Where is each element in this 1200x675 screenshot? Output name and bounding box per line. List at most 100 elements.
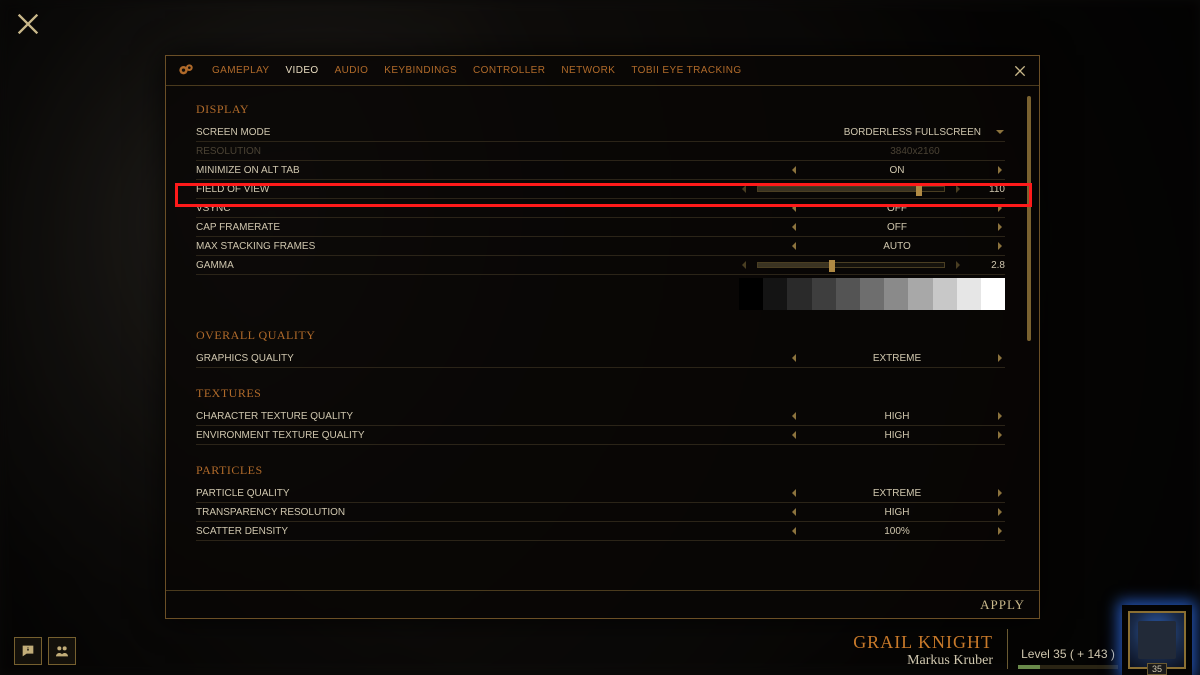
arrow-right-icon[interactable] xyxy=(995,241,1005,251)
arrow-right-icon[interactable] xyxy=(995,488,1005,498)
value: EXTREME xyxy=(807,488,987,499)
row-scatter-density[interactable]: SCATTER DENSITY 100% xyxy=(196,522,1005,541)
row-particle-quality[interactable]: PARTICLE QUALITY EXTREME xyxy=(196,484,1005,503)
row-minimize-alt-tab[interactable]: MINIMIZE ON ALT TAB ON xyxy=(196,161,1005,180)
arrow-left-icon[interactable] xyxy=(789,507,799,517)
social-button[interactable] xyxy=(48,637,76,665)
value: HIGH xyxy=(807,430,987,441)
fov-value: 110 xyxy=(971,184,1005,195)
arrow-right-icon[interactable] xyxy=(995,430,1005,440)
arrow-left-icon[interactable] xyxy=(789,353,799,363)
arrow-left-icon[interactable] xyxy=(789,222,799,232)
label: CAP FRAMERATE xyxy=(196,222,601,233)
row-field-of-view[interactable]: FIELD OF VIEW 110 xyxy=(196,180,1005,199)
fov-slider[interactable] xyxy=(757,186,945,192)
portrait-wrap[interactable]: 35 xyxy=(1128,611,1186,669)
section-overall-quality: OVERALL QUALITY xyxy=(196,328,1005,343)
arrow-left-icon[interactable] xyxy=(789,488,799,498)
row-cap-framerate[interactable]: CAP FRAMERATE OFF xyxy=(196,218,1005,237)
value: EXTREME xyxy=(807,353,987,364)
panel-header: GAMEPLAY VIDEO AUDIO KEYBINDINGS CONTROL… xyxy=(166,56,1039,86)
gear-icon xyxy=(176,61,196,81)
tab-tobii[interactable]: TOBII EYE TRACKING xyxy=(631,65,741,76)
tab-audio[interactable]: AUDIO xyxy=(335,65,369,76)
scrollbar[interactable] xyxy=(1027,96,1031,341)
character-badge: GRAIL KNIGHT Markus Kruber Level 35 ( + … xyxy=(853,611,1186,669)
character-title: GRAIL KNIGHT xyxy=(853,632,993,653)
arrow-right-icon[interactable] xyxy=(995,203,1005,213)
row-max-stacking-frames[interactable]: MAX STACKING FRAMES AUTO xyxy=(196,237,1005,256)
svg-text:!: ! xyxy=(27,646,29,653)
row-gamma[interactable]: GAMMA 2.8 xyxy=(196,256,1005,275)
arrow-right-icon[interactable] xyxy=(953,184,963,194)
label: CHARACTER TEXTURE QUALITY xyxy=(196,411,601,422)
arrow-left-icon[interactable] xyxy=(739,184,749,194)
settings-panel: GAMEPLAY VIDEO AUDIO KEYBINDINGS CONTROL… xyxy=(165,55,1040,619)
gamma-value: 2.8 xyxy=(971,260,1005,271)
row-graphics-quality[interactable]: GRAPHICS QUALITY EXTREME xyxy=(196,349,1005,368)
arrow-left-icon[interactable] xyxy=(789,411,799,421)
value: OFF xyxy=(807,203,987,214)
level-box: Level 35 ( + 143 ) xyxy=(1018,647,1118,669)
arrow-right-icon[interactable] xyxy=(995,222,1005,232)
arrow-right-icon[interactable] xyxy=(995,353,1005,363)
close-overlay-button[interactable] xyxy=(12,8,44,40)
label: SCREEN MODE xyxy=(196,127,601,138)
label: PARTICLE QUALITY xyxy=(196,488,601,499)
label: FIELD OF VIEW xyxy=(196,184,601,195)
label: MAX STACKING FRAMES xyxy=(196,241,601,252)
row-resolution: RESOLUTION 3840x2160 xyxy=(196,142,1005,161)
character-name: Markus Kruber xyxy=(853,653,993,669)
arrow-right-icon[interactable] xyxy=(995,411,1005,421)
gamma-slider[interactable] xyxy=(757,262,945,268)
value: 100% xyxy=(807,526,987,537)
label: VSYNC xyxy=(196,203,601,214)
arrow-left-icon[interactable] xyxy=(789,241,799,251)
label: MINIMIZE ON ALT TAB xyxy=(196,165,601,176)
label: RESOLUTION xyxy=(196,146,601,157)
tab-gameplay[interactable]: GAMEPLAY xyxy=(212,65,269,76)
arrow-right-icon[interactable] xyxy=(995,165,1005,175)
section-display: DISPLAY xyxy=(196,102,1005,117)
label: GAMMA xyxy=(196,260,601,271)
screen-mode-value[interactable]: BORDERLESS FULLSCREEN xyxy=(807,127,987,138)
row-transparency-resolution[interactable]: TRANSPARENCY RESOLUTION HIGH xyxy=(196,503,1005,522)
row-char-texture[interactable]: CHARACTER TEXTURE QUALITY HIGH xyxy=(196,407,1005,426)
tab-video[interactable]: VIDEO xyxy=(285,65,318,76)
section-particles: PARTICLES xyxy=(196,463,1005,478)
chat-button[interactable]: ! xyxy=(14,637,42,665)
value: AUTO xyxy=(807,241,987,252)
row-env-texture[interactable]: ENVIRONMENT TEXTURE QUALITY HIGH xyxy=(196,426,1005,445)
panel-close-button[interactable] xyxy=(1011,62,1029,80)
arrow-right-icon[interactable] xyxy=(995,526,1005,536)
divider xyxy=(1007,629,1008,669)
row-vsync[interactable]: VSYNC OFF xyxy=(196,199,1005,218)
chevron-down-icon[interactable] xyxy=(995,127,1005,137)
arrow-left-icon[interactable] xyxy=(739,260,749,270)
portrait-level: 35 xyxy=(1147,663,1167,675)
chat-buttons: ! xyxy=(14,637,76,665)
arrow-right-icon[interactable] xyxy=(995,507,1005,517)
tab-controller[interactable]: CONTROLLER xyxy=(473,65,545,76)
tab-keybindings[interactable]: KEYBINDINGS xyxy=(384,65,457,76)
value: HIGH xyxy=(807,411,987,422)
label: GRAPHICS QUALITY xyxy=(196,353,601,364)
arrow-left-icon[interactable] xyxy=(789,203,799,213)
section-textures: TEXTURES xyxy=(196,386,1005,401)
character-portrait[interactable] xyxy=(1128,611,1186,669)
label: SCATTER DENSITY xyxy=(196,526,601,537)
value: OFF xyxy=(807,222,987,233)
settings-content: DISPLAY SCREEN MODE BORDERLESS FULLSCREE… xyxy=(166,86,1039,590)
value: HIGH xyxy=(807,507,987,518)
arrow-right-icon[interactable] xyxy=(953,260,963,270)
level-text: Level 35 ( + 143 ) xyxy=(1018,647,1118,661)
row-screen-mode[interactable]: SCREEN MODE BORDERLESS FULLSCREEN xyxy=(196,123,1005,142)
arrow-left-icon[interactable] xyxy=(789,430,799,440)
arrow-left-icon[interactable] xyxy=(789,526,799,536)
arrow-left-icon[interactable] xyxy=(789,165,799,175)
label: TRANSPARENCY RESOLUTION xyxy=(196,507,601,518)
label: ENVIRONMENT TEXTURE QUALITY xyxy=(196,430,601,441)
gamma-calibration-strip xyxy=(739,278,1005,310)
tab-network[interactable]: NETWORK xyxy=(561,65,615,76)
resolution-value: 3840x2160 xyxy=(825,146,1005,157)
